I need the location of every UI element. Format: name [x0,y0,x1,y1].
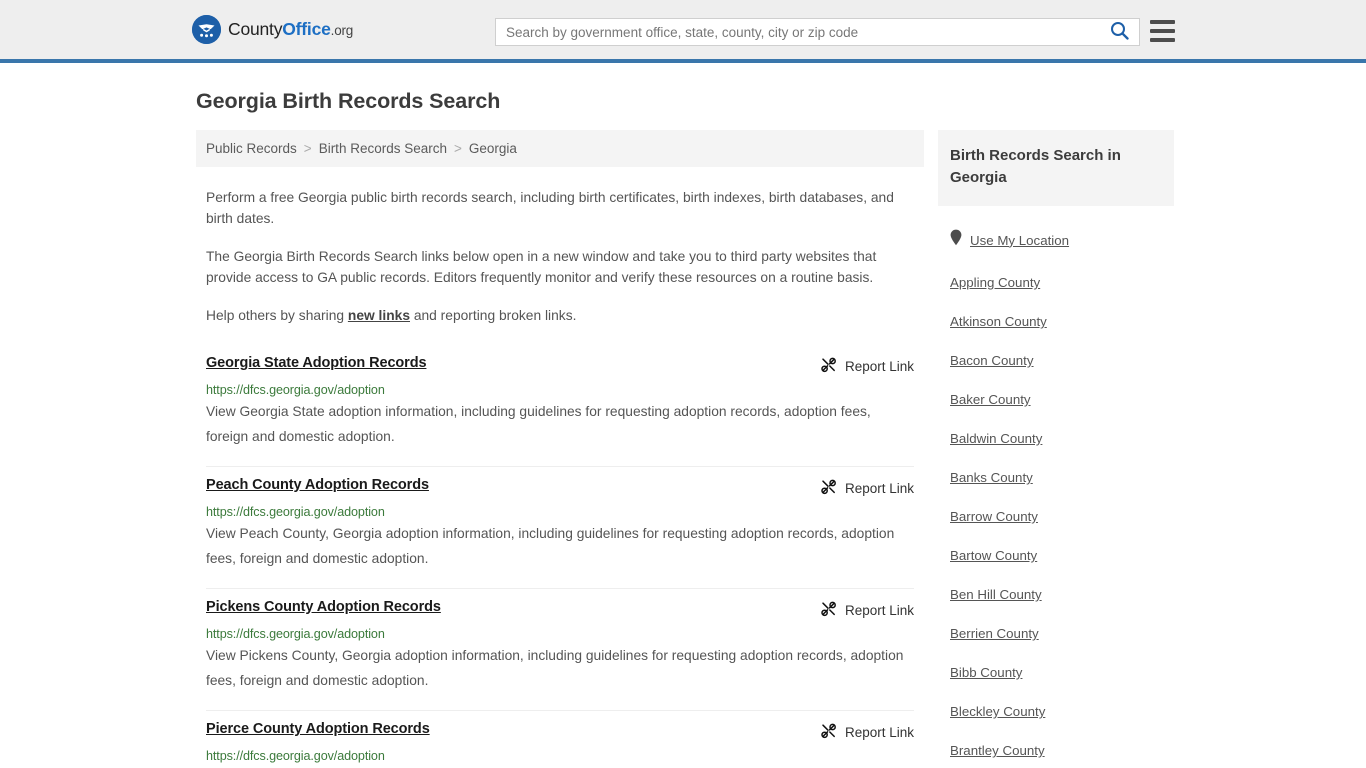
breadcrumb-separator: > [303,141,312,156]
intro-paragraph-2: The Georgia Birth Records Search links b… [206,249,877,285]
county-link[interactable]: Bleckley County [950,704,1045,719]
county-link[interactable]: Baldwin County [950,431,1042,446]
sidebar-item-bacon-county[interactable]: Bacon County [950,353,1162,368]
breadcrumb-item-birth-records-search[interactable]: Birth Records Search [319,141,447,156]
result-header: Peach County Adoption Records Report Lin… [206,477,914,498]
page-container: Georgia Birth Records Search Public Reco… [0,89,1366,768]
sidebar-item-brantley-county[interactable]: Brantley County [950,743,1162,758]
new-links-link[interactable]: new links [348,308,410,323]
breadcrumb-item-public-records[interactable]: Public Records [206,141,297,156]
county-link[interactable]: Banks County [950,470,1033,485]
result-title-link[interactable]: Pierce County Adoption Records [206,721,430,737]
sidebar-item-bibb-county[interactable]: Bibb County [950,665,1162,680]
search-input[interactable] [496,19,1099,45]
sidebar-item-baldwin-county[interactable]: Baldwin County [950,431,1162,446]
intro-p3-after: and reporting broken links. [410,308,577,323]
result-description: View Georgia State adoption information,… [206,404,871,444]
page-title: Georgia Birth Records Search [196,89,501,113]
county-link[interactable]: Appling County [950,275,1040,290]
search-icon [1110,21,1129,43]
sidebar-heading: Birth Records Search in Georgia [938,130,1174,206]
result-title-link[interactable]: Peach County Adoption Records [206,477,429,493]
report-link-label: Report Link [844,480,914,496]
sidebar-item-baker-county[interactable]: Baker County [950,392,1162,407]
search-bar [495,18,1140,46]
brand-part-office: Office [282,19,331,39]
result-title-link[interactable]: Pickens County Adoption Records [206,599,441,615]
search-button[interactable] [1099,19,1139,45]
broken-link-icon [820,600,837,620]
county-link[interactable]: Atkinson County [950,314,1047,329]
hamburger-bar-3 [1150,38,1175,42]
site-header: CountyOffice.org [0,0,1366,63]
report-link-button[interactable]: Report Link [820,599,914,620]
sidebar-item-barrow-county[interactable]: Barrow County [950,509,1162,524]
main-content: Public Records > Birth Records Search > … [196,130,924,768]
sidebar-item-ben-hill-county[interactable]: Ben Hill County [950,587,1162,602]
brand-part-org: .org [330,23,354,38]
site-logo-text: CountyOffice.org [228,19,353,40]
result-header: Georgia State Adoption Records Report Li… [206,355,914,376]
result-url: https://dfcs.georgia.gov/adoption [206,627,385,641]
county-link[interactable]: Brantley County [950,743,1045,758]
county-link[interactable]: Berrien County [950,626,1039,641]
result-item: Pierce County Adoption Records Report Li… [206,711,914,768]
result-url: https://dfcs.georgia.gov/adoption [206,383,385,397]
sidebar-item-appling-county[interactable]: Appling County [950,275,1162,290]
hamburger-menu-icon[interactable] [1150,20,1175,42]
breadcrumb-item-georgia: Georgia [468,141,517,156]
county-link[interactable]: Bacon County [950,353,1034,368]
sidebar: Birth Records Search in Georgia Use My L… [938,130,1174,768]
county-link[interactable]: Bartow County [950,548,1037,563]
report-link-label: Report Link [844,602,914,618]
report-link-button[interactable]: Report Link [820,477,914,498]
use-my-location-row[interactable]: Use My Location [950,229,1162,251]
broken-link-icon [820,478,837,498]
result-description: View Peach County, Georgia adoption info… [206,526,895,566]
sidebar-item-bleckley-county[interactable]: Bleckley County [950,704,1162,719]
brand-part-county: County [228,19,283,39]
result-header: Pierce County Adoption Records Report Li… [206,721,914,742]
result-title-link[interactable]: Georgia State Adoption Records [206,355,427,371]
map-pin-icon [950,229,962,251]
broken-link-icon [820,356,837,376]
site-logo[interactable]: CountyOffice.org [192,15,353,44]
results-list: Georgia State Adoption Records Report Li… [196,345,924,768]
result-url: https://dfcs.georgia.gov/adoption [206,505,385,519]
result-item: Georgia State Adoption Records Report Li… [206,345,914,467]
sidebar-item-bartow-county[interactable]: Bartow County [950,548,1162,563]
breadcrumb-separator: > [454,141,462,156]
broken-link-icon [820,722,837,742]
breadcrumb: Public Records > Birth Records Search > … [196,130,924,167]
intro-paragraph-1: Perform a free Georgia public birth reco… [206,190,894,226]
eagle-shield-icon [192,15,221,44]
intro-text: Perform a free Georgia public birth reco… [196,187,924,326]
content-columns: Public Records > Birth Records Search > … [196,130,1174,768]
sidebar-item-banks-county[interactable]: Banks County [950,470,1162,485]
report-link-label: Report Link [844,724,914,740]
result-header: Pickens County Adoption Records Report L… [206,599,914,620]
county-link[interactable]: Ben Hill County [950,587,1042,602]
county-link[interactable]: Barrow County [950,509,1038,524]
sidebar-item-atkinson-county[interactable]: Atkinson County [950,314,1162,329]
sidebar-county-list: Use My Location Appling County Atkinson … [938,229,1174,768]
hamburger-bar-1 [1150,20,1175,24]
report-link-button[interactable]: Report Link [820,721,914,742]
hamburger-bar-2 [1150,29,1175,33]
report-link-button[interactable]: Report Link [820,355,914,376]
use-my-location-link[interactable]: Use My Location [970,233,1069,248]
intro-p3-before: Help others by sharing [206,308,348,323]
intro-paragraph-3: Help others by sharing new links and rep… [196,305,924,326]
result-url: https://dfcs.georgia.gov/adoption [206,749,385,763]
county-link[interactable]: Bibb County [950,665,1022,680]
sidebar-item-berrien-county[interactable]: Berrien County [950,626,1162,641]
result-item: Peach County Adoption Records Report Lin… [206,467,914,589]
result-description: View Pickens County, Georgia adoption in… [206,648,904,688]
county-link[interactable]: Baker County [950,392,1031,407]
result-item: Pickens County Adoption Records Report L… [206,589,914,711]
report-link-label: Report Link [844,358,914,374]
